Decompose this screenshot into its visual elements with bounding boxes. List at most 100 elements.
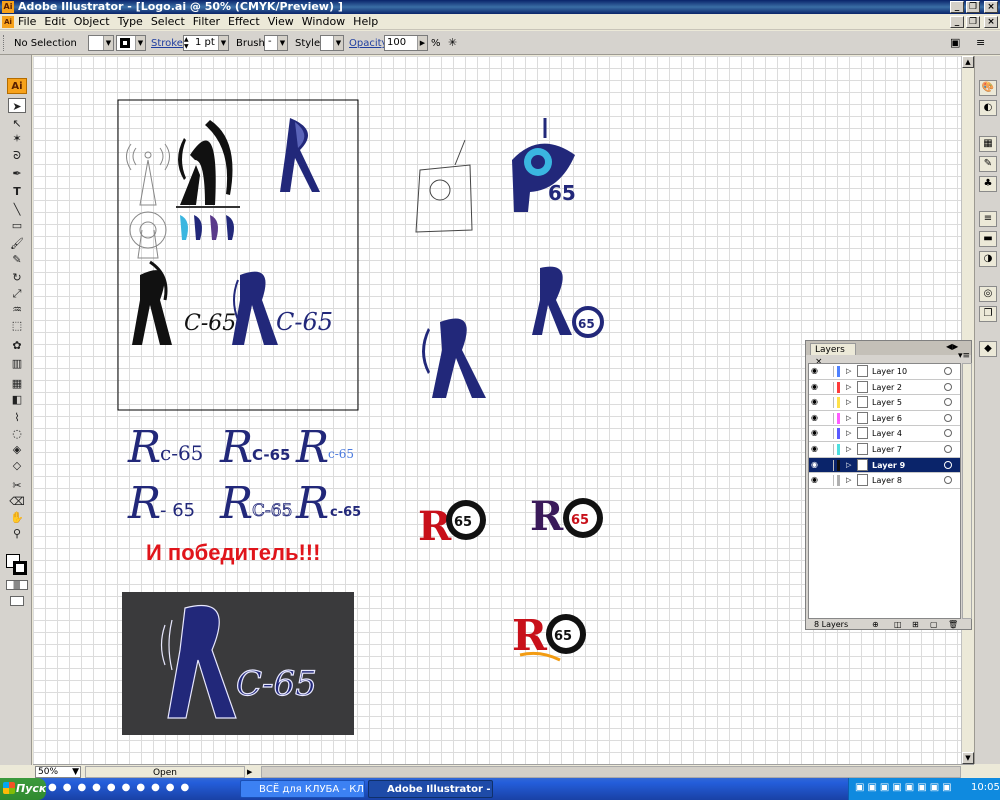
live-paint-tool-icon[interactable]: ◈ bbox=[8, 442, 26, 457]
blend-tool-icon[interactable]: ◌ bbox=[8, 426, 26, 441]
tray-icons[interactable]: ▣▣▣▣▣▣▣▣ bbox=[855, 782, 965, 796]
stroke-label[interactable]: Stroke: bbox=[151, 38, 186, 49]
rotate-tool-icon[interactable]: ↻ bbox=[8, 270, 26, 285]
slice-tool-icon[interactable]: ✂ bbox=[8, 478, 26, 493]
new-layer-icon[interactable]: ▢ bbox=[930, 619, 938, 630]
restore-icon[interactable]: ❐ bbox=[966, 1, 980, 13]
mesh-tool-icon[interactable]: ▦ bbox=[8, 376, 26, 391]
menu-view[interactable]: View bbox=[264, 14, 298, 30]
recolor-artwork-icon[interactable]: ✳ bbox=[448, 36, 468, 50]
layer-row[interactable]: ◉ ▷ Layer 10 bbox=[809, 364, 960, 380]
hand-tool-icon[interactable]: ✋ bbox=[8, 510, 26, 525]
visibility-eye-icon[interactable]: ◉ bbox=[811, 428, 821, 438]
rectangle-tool-icon[interactable]: ▭ bbox=[8, 218, 26, 233]
expand-arrow-icon[interactable]: ▷ bbox=[846, 395, 851, 410]
layer-row[interactable]: ◉ ▷ Layer 5 bbox=[809, 395, 960, 411]
visibility-eye-icon[interactable]: ◉ bbox=[811, 460, 821, 470]
locate-object-icon[interactable]: ⊕ bbox=[872, 619, 879, 630]
layer-name[interactable]: Layer 10 bbox=[872, 364, 907, 379]
line-tool-icon[interactable]: ╲ bbox=[8, 202, 26, 217]
new-sublayer-icon[interactable]: ⊞ bbox=[912, 619, 919, 630]
graphic-styles-panel-icon[interactable]: ❐ bbox=[979, 306, 997, 322]
status-menu-icon[interactable]: ▶ bbox=[247, 766, 259, 778]
visibility-eye-icon[interactable]: ◉ bbox=[811, 413, 821, 423]
make-clipping-mask-icon[interactable]: ◫ bbox=[894, 619, 902, 630]
expand-arrow-icon[interactable]: ▷ bbox=[846, 442, 851, 457]
pencil-tool-icon[interactable]: ✎ bbox=[8, 252, 26, 267]
doc-close-icon[interactable]: × bbox=[984, 16, 998, 28]
layer-name[interactable]: Layer 6 bbox=[872, 411, 902, 426]
style-dropdown[interactable]: ▼ bbox=[320, 35, 344, 51]
target-circle-icon[interactable] bbox=[944, 382, 952, 391]
layer-name[interactable]: Layer 5 bbox=[872, 395, 902, 410]
warp-tool-icon[interactable]: ♒ bbox=[8, 302, 26, 317]
layer-name[interactable]: Layer 8 bbox=[872, 473, 902, 488]
expand-arrow-icon[interactable]: ▷ bbox=[846, 411, 851, 426]
lock-toggle[interactable] bbox=[824, 428, 834, 440]
appearance-panel-icon[interactable]: ◎ bbox=[979, 286, 997, 302]
visibility-eye-icon[interactable]: ◉ bbox=[811, 397, 821, 407]
lock-toggle[interactable] bbox=[824, 459, 834, 471]
color-panel-icon[interactable]: 🎨 bbox=[979, 80, 997, 96]
layers-panel-icon[interactable]: ◆ bbox=[979, 341, 997, 357]
paintbrush-tool-icon[interactable]: 🖌 bbox=[8, 236, 26, 251]
lock-toggle[interactable] bbox=[824, 397, 834, 409]
scale-tool-icon[interactable]: ⤢ bbox=[8, 286, 26, 301]
direct-selection-tool-icon[interactable]: ↖ bbox=[8, 116, 26, 131]
layer-row[interactable]: ◉ ▷ Layer 8 bbox=[809, 473, 960, 489]
menu-edit[interactable]: Edit bbox=[40, 14, 69, 30]
scroll-down-icon[interactable]: ▼ bbox=[962, 752, 974, 764]
quick-launch-icons[interactable]: ●●●●●●●●●● bbox=[48, 782, 228, 796]
visibility-eye-icon[interactable]: ◉ bbox=[811, 382, 821, 392]
target-circle-icon[interactable] bbox=[944, 398, 952, 407]
symbol-sprayer-tool-icon[interactable]: ✿ bbox=[8, 338, 26, 353]
menu-effect[interactable]: Effect bbox=[224, 14, 264, 30]
lock-toggle[interactable] bbox=[824, 381, 834, 393]
eraser-tool-icon[interactable]: ⌫ bbox=[8, 494, 26, 509]
layer-row[interactable]: ◉ ▷ Layer 7 bbox=[809, 442, 960, 458]
pen-tool-icon[interactable]: ✒ bbox=[8, 166, 26, 181]
menu-window[interactable]: Window bbox=[298, 14, 349, 30]
color-guide-panel-icon[interactable]: ◐ bbox=[979, 100, 997, 116]
lock-toggle[interactable] bbox=[824, 366, 834, 377]
target-circle-icon[interactable] bbox=[944, 367, 952, 375]
opacity-field[interactable]: 100 ▶ bbox=[384, 35, 428, 51]
gradient-panel-icon[interactable]: ▬ bbox=[979, 231, 997, 247]
taskbar-item-browser[interactable]: ВСЁ для КЛУБА - КЛУБ ... bbox=[240, 780, 365, 798]
target-circle-icon[interactable] bbox=[944, 460, 952, 469]
horizontal-scrollbar[interactable] bbox=[261, 766, 961, 778]
lock-toggle[interactable] bbox=[824, 412, 834, 424]
zoom-field[interactable]: 50% ▼ bbox=[35, 766, 81, 778]
scroll-up-icon[interactable]: ▲ bbox=[962, 56, 974, 68]
magic-wand-tool-icon[interactable]: ✶ bbox=[8, 131, 26, 146]
stroke-weight-field[interactable]: ▲ ▼ 1 pt ▼ bbox=[183, 35, 229, 51]
layer-name[interactable]: Layer 4 bbox=[872, 426, 902, 441]
layer-row[interactable]: ◉ ▷ Layer 6 bbox=[809, 411, 960, 427]
gradient-tool-icon[interactable]: ◧ bbox=[8, 392, 26, 407]
brush-dropdown[interactable]: - ▼ bbox=[264, 35, 288, 51]
control-bar-grip[interactable] bbox=[3, 35, 7, 51]
target-circle-icon[interactable] bbox=[944, 413, 952, 422]
layer-name[interactable]: Layer 7 bbox=[872, 442, 902, 457]
stroke-swatch[interactable]: ▼ bbox=[116, 35, 146, 51]
doc-restore-icon[interactable]: ❐ bbox=[966, 16, 980, 28]
menu-object[interactable]: Object bbox=[70, 14, 114, 30]
expand-arrow-icon[interactable]: ▷ bbox=[846, 426, 851, 441]
expand-arrow-icon[interactable]: ▷ bbox=[846, 380, 851, 395]
target-circle-icon[interactable] bbox=[944, 476, 952, 485]
close-icon[interactable]: × bbox=[984, 1, 998, 13]
status-info[interactable]: Open bbox=[85, 766, 245, 778]
brushes-panel-icon[interactable]: ✎ bbox=[979, 156, 997, 172]
color-mode-buttons[interactable] bbox=[6, 580, 28, 590]
visibility-eye-icon[interactable]: ◉ bbox=[811, 444, 821, 454]
visibility-eye-icon[interactable]: ◉ bbox=[811, 475, 821, 485]
doc-minimize-icon[interactable]: _ bbox=[950, 16, 964, 28]
lasso-tool-icon[interactable]: ᘐ bbox=[8, 148, 26, 163]
target-circle-icon[interactable] bbox=[944, 444, 952, 453]
layers-scrollbar[interactable] bbox=[962, 363, 972, 619]
document-setup-icon[interactable]: ▣ bbox=[950, 36, 972, 50]
expand-arrow-icon[interactable]: ▷ bbox=[846, 364, 851, 379]
swatches-panel-icon[interactable]: ▦ bbox=[979, 136, 997, 152]
illustrator-app-icon[interactable]: Ai bbox=[2, 1, 14, 13]
layer-row[interactable]: ◉ ▷ Layer 9 bbox=[809, 457, 960, 474]
